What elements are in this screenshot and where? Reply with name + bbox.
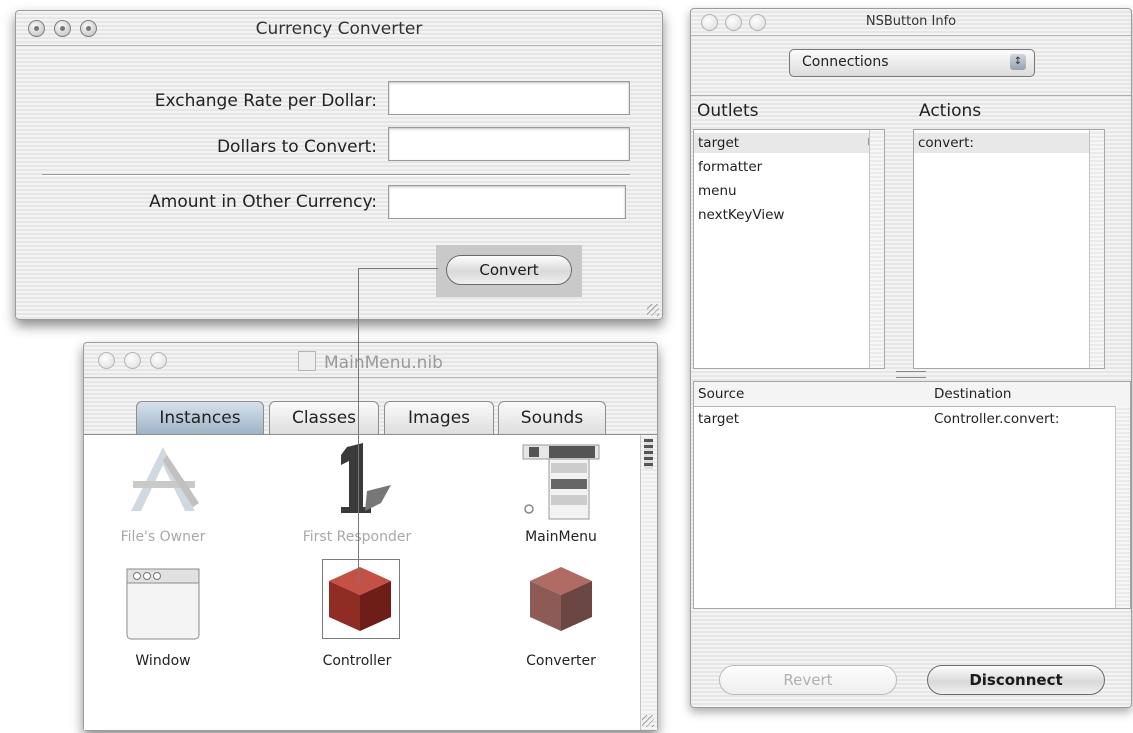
actions-header: Actions [919,101,982,121]
instance-first-responder[interactable]: First Responder [282,441,432,551]
table-header: Source Destination [694,382,1130,407]
instance-label: Controller [322,653,392,669]
connections-table: Source Destination target Controller.con… [693,381,1131,609]
window-title: Currency Converter [255,19,423,39]
dollars-field[interactable] [388,127,630,161]
cube-icon [329,567,391,631]
destination-header: Destination [934,386,1012,402]
vertical-scrollbar[interactable] [640,435,657,730]
first-responder-icon [341,443,391,513]
table-row[interactable]: target Controller.convert: [694,408,1114,430]
outlets-list: target ▶ formatter menu nextKeyView [693,129,885,369]
outlet-row[interactable]: formatter [698,159,762,175]
app-icon [131,447,199,511]
upper-divider [691,95,1131,96]
instances-pane: File's Owner First Responder MainMenu Wi… [84,434,657,730]
scroll-arrows-icon[interactable] [644,439,653,469]
instance-converter[interactable]: Converter [486,559,636,669]
tab-sounds[interactable]: Sounds [498,401,606,434]
amount-label: Amount in Other Currency: [149,192,377,212]
revert-button[interactable]: Revert [719,665,897,695]
tab-instances[interactable]: Instances [136,401,264,434]
instance-label: File's Owner [120,529,206,545]
instance-window[interactable]: Window [88,559,238,669]
popup-arrows-icon: ↕ [1010,54,1026,70]
connection-line [358,268,438,269]
exchange-rate-field[interactable] [388,81,630,115]
info-titlebar: NSButton Info [691,9,1131,36]
instance-label: MainMenu [525,529,597,545]
split-handle[interactable] [896,371,926,378]
amount-field[interactable] [388,185,626,219]
instance-files-owner[interactable]: File's Owner [88,441,238,551]
divider [42,174,630,176]
exchange-rate-label: Exchange Rate per Dollar: [154,91,377,111]
resize-grip[interactable] [642,715,654,727]
nib-window: MainMenu.nib Instances Classes Images So… [83,342,658,731]
instance-label: Window [135,653,191,669]
tab-classes[interactable]: Classes [269,401,379,434]
resize-grip[interactable] [647,304,659,316]
tab-images[interactable]: Images [384,401,494,434]
info-window: NSButton Info Connections ↕ Outlets Acti… [690,8,1132,708]
actions-list: convert: ● [913,129,1105,369]
dollars-label: Dollars to Convert: [216,137,377,157]
outlet-row[interactable]: nextKeyView [698,207,784,223]
outlet-row[interactable]: target [698,135,739,151]
instance-label: Converter [526,653,596,669]
instance-main-menu[interactable]: MainMenu [486,441,636,551]
instance-label: First Responder [302,529,412,545]
outlets-scrollbar[interactable] [869,130,884,368]
currency-converter-window: Currency Converter Exchange Rate per Dol… [15,10,663,320]
nib-document-icon [298,351,317,371]
convert-button[interactable]: Convert [446,255,572,285]
disconnect-button[interactable]: Disconnect [927,665,1105,695]
nib-titlebar: MainMenu.nib [84,343,657,378]
source-header: Source [698,386,745,402]
window-title: MainMenu.nib [84,351,657,373]
action-row[interactable]: convert: [918,135,974,151]
menu-icon [522,444,600,520]
actions-scrollbar[interactable] [1089,130,1104,368]
connections-popup[interactable]: Connections ↕ [789,49,1035,77]
window-icon [126,568,200,640]
outlets-header: Outlets [697,101,759,121]
currency-converter-titlebar: Currency Converter [16,11,662,46]
instance-controller[interactable]: Controller [282,559,432,669]
source-cell: target [698,411,740,427]
destination-cell: Controller.convert: [934,411,1060,427]
cube-icon [530,567,592,631]
connections-scrollbar[interactable] [1115,406,1130,608]
outlet-row[interactable]: menu [698,183,737,199]
window-title: NSButton Info [865,14,957,29]
connection-line-vertical [358,268,359,583]
